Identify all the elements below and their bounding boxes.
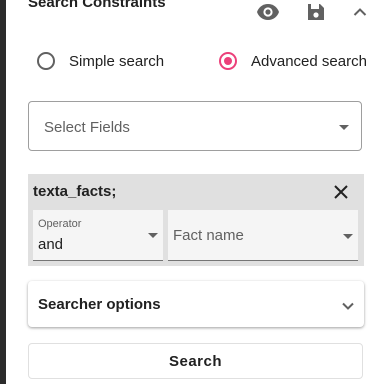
select-fields-placeholder: Select Fields	[44, 119, 130, 136]
left-panel-edge	[0, 0, 6, 384]
advanced-search-label: Advanced search	[251, 52, 367, 70]
save-icon[interactable]	[304, 0, 328, 24]
simple-search-radio[interactable]	[37, 52, 55, 70]
fact-name-select[interactable]: Fact name	[168, 210, 358, 261]
close-icon[interactable]	[331, 182, 351, 202]
operator-label: Operator	[38, 218, 82, 230]
facts-constraint-panel: texta_facts; Operator and Fact name	[28, 174, 364, 266]
advanced-search-radio[interactable]	[219, 52, 237, 70]
panel-title: Search Constraints	[28, 0, 166, 11]
operator-value: and	[38, 236, 64, 253]
simple-search-option[interactable]: Simple search	[37, 52, 164, 70]
dropdown-arrow-icon	[339, 125, 349, 130]
search-button[interactable]: Search	[28, 343, 363, 379]
facts-constraint-title: texta_facts;	[33, 183, 117, 200]
advanced-search-option[interactable]: Advanced search	[219, 52, 367, 70]
simple-search-label: Simple search	[69, 52, 165, 70]
fact-name-placeholder: Fact name	[173, 227, 244, 244]
searcher-options-panel[interactable]: Searcher options	[28, 281, 364, 327]
chevron-up-icon[interactable]	[350, 2, 370, 22]
eye-icon[interactable]	[254, 1, 282, 23]
dropdown-arrow-icon	[343, 234, 353, 239]
dropdown-arrow-icon	[148, 233, 158, 238]
searcher-options-title: Searcher options	[38, 296, 161, 313]
chevron-down-icon	[340, 300, 356, 312]
operator-select[interactable]: Operator and	[33, 210, 163, 261]
select-fields-dropdown[interactable]: Select Fields	[28, 101, 362, 151]
